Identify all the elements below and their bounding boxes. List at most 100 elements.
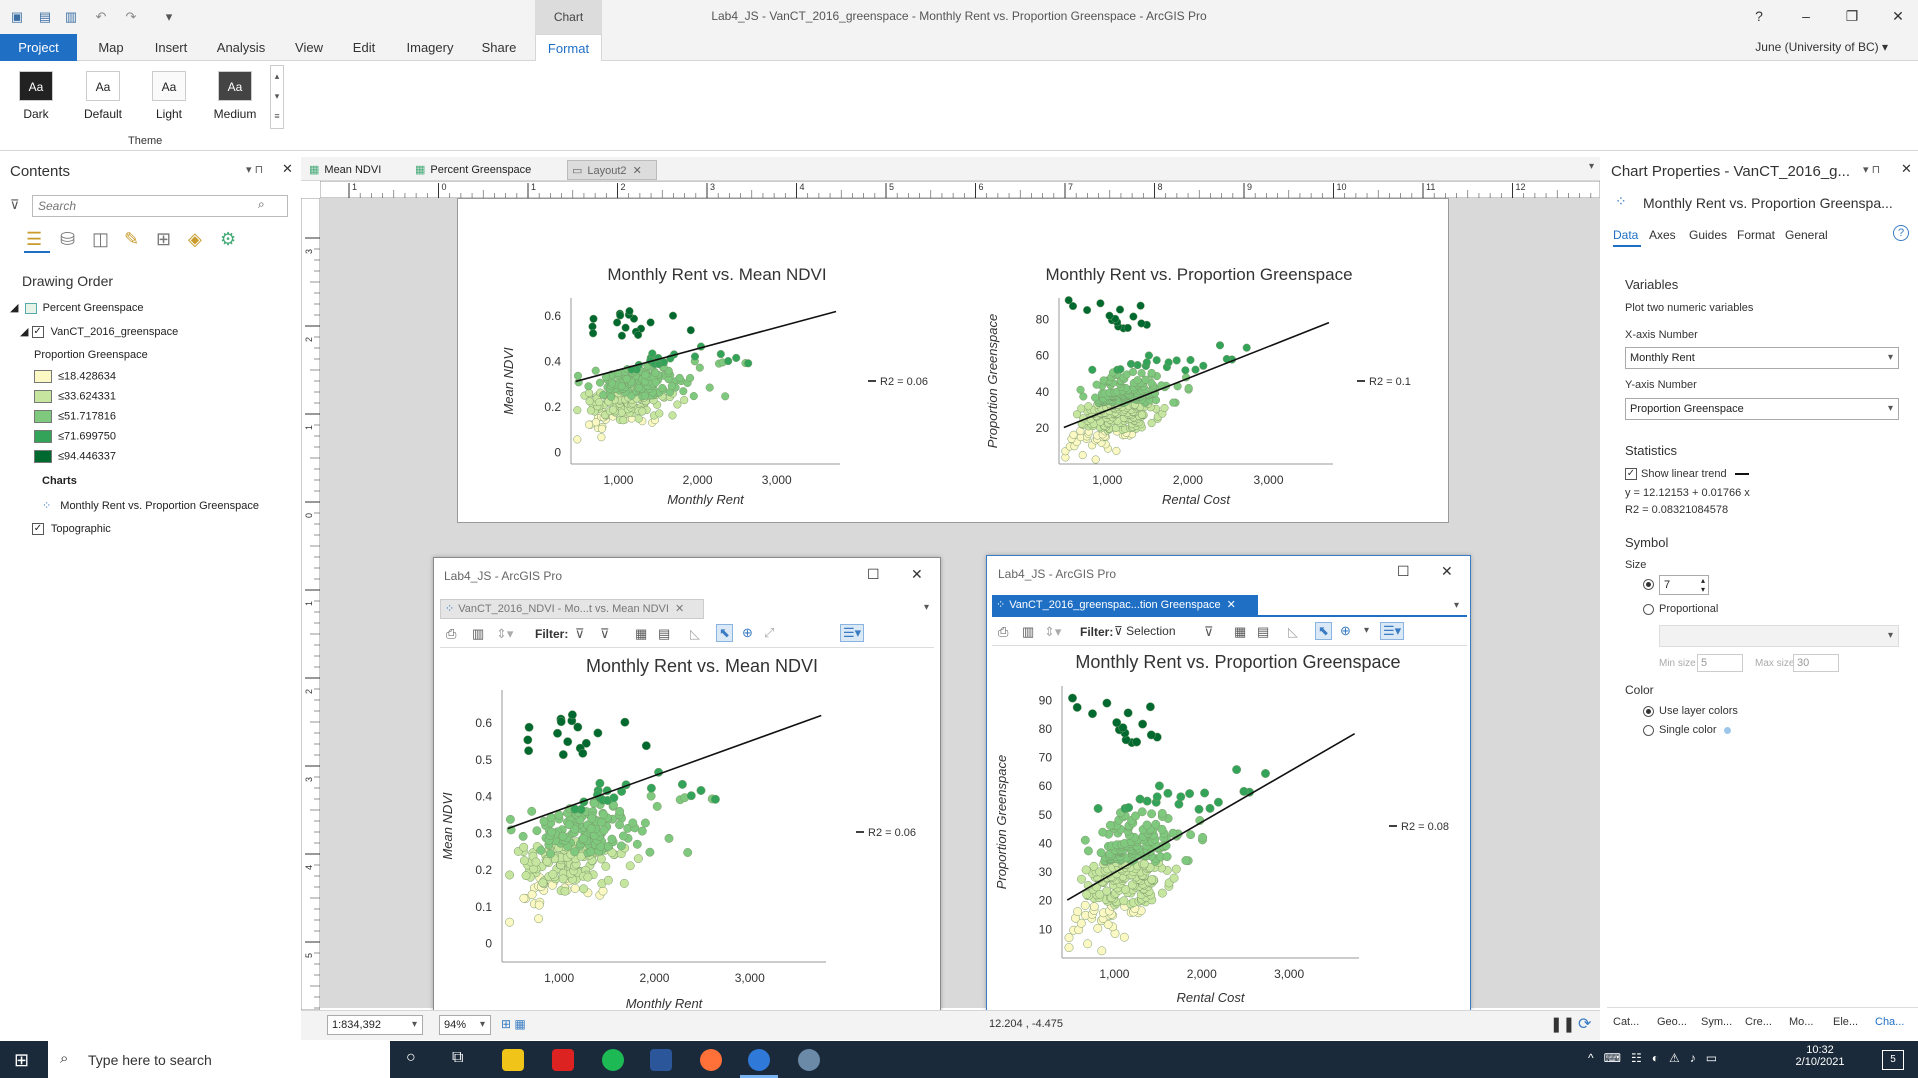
scatter-point[interactable]	[564, 820, 574, 830]
scatter-point[interactable]	[1080, 835, 1090, 845]
legend-label[interactable]: R2 = 0.06	[868, 827, 916, 839]
theme-dark-button[interactable]: Aa Dark	[10, 71, 62, 129]
scatter-point[interactable]	[1123, 708, 1133, 718]
tab-insert[interactable]: Insert	[142, 34, 200, 61]
scatter-point[interactable]	[640, 818, 650, 828]
view-tab-percent-greenspace[interactable]: ▦ Percent Greenspace	[411, 160, 549, 180]
list-by-perspective-icon[interactable]: ⚙	[220, 229, 236, 250]
scatter-point[interactable]	[1137, 807, 1147, 817]
scatter-point[interactable]	[696, 786, 706, 795]
scatter-point[interactable]	[596, 854, 606, 864]
system-tray-icons[interactable]: ^⌨☷◐⚠♪▭	[1588, 1051, 1727, 1065]
scatter-point[interactable]	[646, 318, 655, 327]
scatter-point[interactable]	[690, 352, 700, 361]
scatter-point[interactable]	[589, 314, 598, 323]
scatter-point[interactable]	[1072, 702, 1082, 712]
zoom-icon[interactable]: ⊕	[1340, 623, 1351, 639]
scatter-point[interactable]	[597, 424, 606, 433]
scatter-point[interactable]	[1119, 932, 1129, 942]
maximize-icon[interactable]: ☐	[1397, 563, 1410, 580]
scatter-point[interactable]	[1135, 794, 1145, 804]
chart-tab-active[interactable]: ⁘ VanCT_2016_greenspac...tion Greenspace ✕	[992, 595, 1258, 615]
radio-button[interactable]	[1643, 603, 1654, 615]
scatter-point[interactable]	[1115, 305, 1125, 314]
scatter-point[interactable]	[570, 883, 580, 893]
floating-chart-mean-ndvi[interactable]: Monthly Rent vs. Mean NDVI 0 0.1 0.2 0.3 0.4 0…	[440, 650, 934, 1012]
page-view-icon[interactable]: ⊞ ▦	[501, 1017, 526, 1031]
scatter-point[interactable]	[534, 900, 544, 910]
scatter-point[interactable]	[570, 804, 580, 814]
scatter-point[interactable]	[586, 824, 596, 833]
scatter-point[interactable]	[553, 728, 562, 738]
chart-tab[interactable]: ⁘ VanCT_2016_NDVI - Mo...t vs. Mean NDVI ✕	[440, 599, 704, 619]
layer-percent-greenspace[interactable]: ◢ Percent Greenspace	[10, 301, 143, 314]
scatter-point[interactable]	[1163, 788, 1173, 798]
restore-icon[interactable]: ❐	[1841, 6, 1863, 26]
scatter-point[interactable]	[619, 416, 628, 425]
scatter-point[interactable]	[1092, 380, 1101, 389]
scatter-point[interactable]	[599, 825, 609, 835]
scatter-point[interactable]	[1084, 402, 1093, 411]
view-tab-mean-ndvi[interactable]: ▦ Mean NDVI	[305, 160, 405, 180]
scatter-point[interactable]	[1080, 900, 1090, 910]
trend-line[interactable]	[1066, 732, 1356, 901]
scatter-point[interactable]	[651, 368, 660, 377]
taskbar-search-box[interactable]: ⌕ Type here to search	[48, 1041, 390, 1078]
contents-search-input[interactable]	[32, 195, 288, 217]
close-tab-icon[interactable]: ✕	[1227, 599, 1236, 611]
scatter-point[interactable]	[1169, 398, 1178, 407]
tab-analysis[interactable]: Analysis	[206, 34, 276, 61]
scatter-point[interactable]	[587, 814, 597, 823]
scatter-point[interactable]	[1078, 451, 1087, 460]
scatter-point[interactable]	[1132, 737, 1142, 747]
scatter-point[interactable]	[628, 818, 638, 828]
legend-toggle-icon[interactable]: ☰▾	[840, 624, 865, 642]
scatter-point[interactable]	[1152, 792, 1162, 802]
arcgis-other-icon[interactable]	[798, 1049, 820, 1071]
list-by-snapping-icon[interactable]: ⊞	[156, 229, 171, 250]
scatter-point[interactable]	[1160, 403, 1169, 413]
scatter-point[interactable]	[1147, 809, 1157, 819]
scatter-point[interactable]	[518, 831, 528, 841]
scatter-point[interactable]	[547, 827, 556, 837]
scatter-point[interactable]	[1213, 797, 1223, 807]
theme-default-button[interactable]: Aa Default	[77, 71, 129, 129]
collapse-arrow-icon[interactable]: ◢	[20, 326, 28, 338]
scatter-point[interactable]	[591, 366, 600, 375]
scatter-point[interactable]	[613, 318, 622, 327]
scatter-point[interactable]	[608, 379, 617, 388]
select-tool-icon[interactable]: ⬉	[716, 624, 733, 642]
scatter-point[interactable]	[527, 806, 537, 816]
chart-properties-icon[interactable]: ▥	[472, 626, 484, 642]
spotify-icon[interactable]	[602, 1049, 624, 1071]
scatter-point[interactable]	[705, 383, 714, 392]
scatter-point[interactable]	[595, 398, 604, 407]
scatter-point[interactable]	[601, 861, 611, 871]
scatter-point[interactable]	[519, 842, 529, 852]
refresh-icon[interactable]: ⟳	[1578, 1014, 1591, 1034]
scatter-point[interactable]	[716, 350, 725, 359]
firefox-icon[interactable]	[700, 1049, 722, 1071]
collapse-arrow-icon[interactable]: ◢	[10, 302, 18, 314]
radio-button[interactable]	[1643, 705, 1654, 717]
scatter-point[interactable]	[1105, 820, 1115, 830]
scatter-point[interactable]	[1073, 907, 1083, 917]
filter-extent-icon[interactable]: ⊽	[575, 626, 585, 642]
scatter-point[interactable]	[599, 810, 608, 820]
props-tab-format[interactable]: Format	[1737, 228, 1775, 242]
scatter-point[interactable]	[675, 373, 684, 382]
scatter-point[interactable]	[637, 826, 647, 836]
theme-medium-button[interactable]: Aa Medium	[209, 71, 261, 129]
scatter-point[interactable]	[616, 841, 626, 851]
full-extent-icon[interactable]: ⤢	[764, 625, 774, 641]
size-proportional-radio[interactable]: Proportional	[1643, 603, 1718, 615]
scatter-point[interactable]	[1123, 323, 1132, 332]
scatter-point[interactable]	[609, 405, 618, 414]
size-fixed-radio[interactable]	[1643, 577, 1659, 591]
scatter-point[interactable]	[724, 357, 733, 366]
table-icon[interactable]: ▦	[635, 626, 647, 642]
scatter-point[interactable]	[634, 330, 643, 339]
list-by-labeling-icon[interactable]: ◈	[188, 229, 202, 250]
radio-button[interactable]	[1643, 579, 1654, 591]
scatter-point[interactable]	[1169, 873, 1179, 883]
